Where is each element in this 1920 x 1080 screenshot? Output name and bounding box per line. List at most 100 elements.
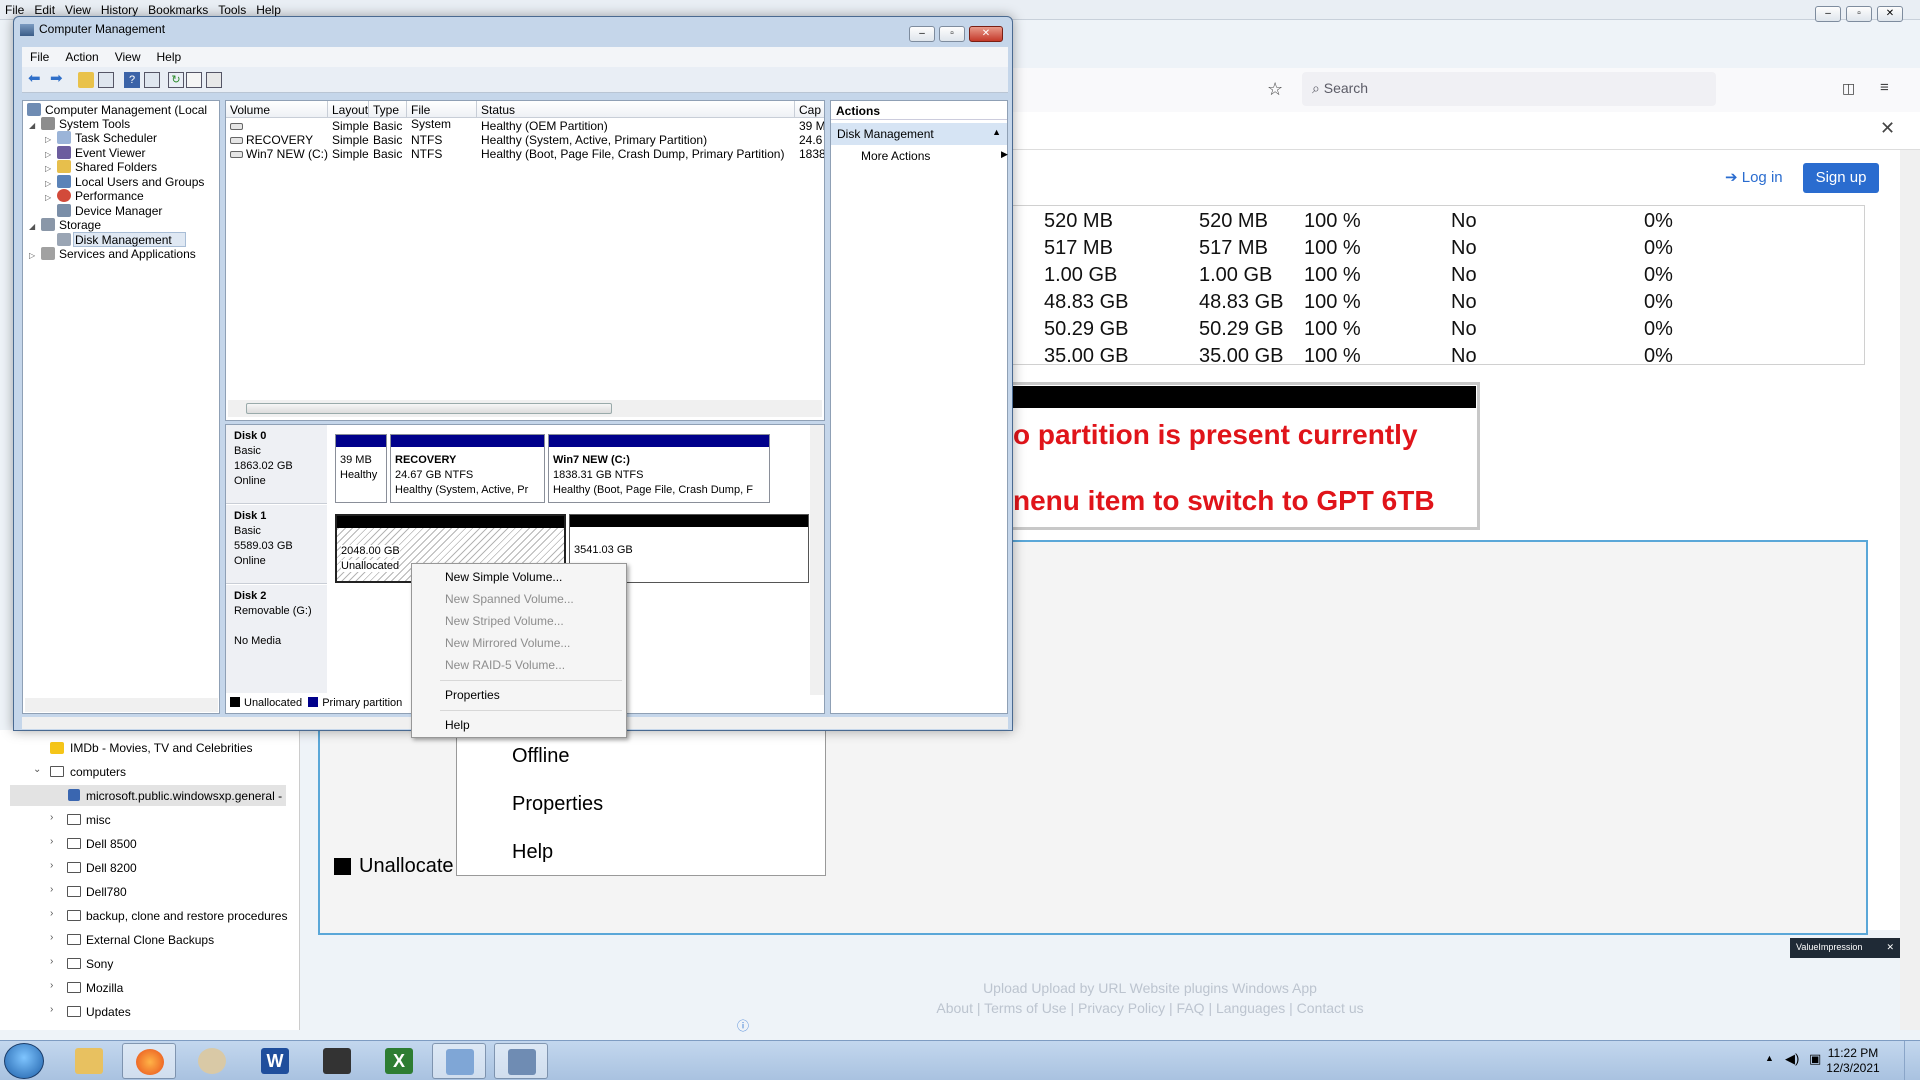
- volume-name[interactable]: RECOVERY: [246, 133, 313, 147]
- back-arrow-icon[interactable]: ⬅: [28, 71, 44, 88]
- cm-menu-view[interactable]: View: [107, 47, 149, 67]
- chevron-right-icon[interactable]: ›: [50, 908, 53, 919]
- taskbar-excel[interactable]: X: [372, 1043, 426, 1079]
- partition-win7[interactable]: Win7 NEW (C:) 1838.31 GB NTFS Healthy (Boo…: [548, 434, 770, 503]
- collapse-triangle-icon[interactable]: ◢: [29, 222, 35, 231]
- taskbar-word[interactable]: W: [248, 1043, 302, 1079]
- taskbar-explorer[interactable]: [62, 1043, 116, 1079]
- signup-button[interactable]: Sign up: [1803, 163, 1879, 193]
- bookmark-item[interactable]: microsoft.public.windowsxp.general -: [86, 789, 282, 803]
- menu-help[interactable]: Help: [445, 718, 470, 732]
- col-header-type[interactable]: Type: [369, 101, 407, 118]
- pocket-icon[interactable]: ◫: [1842, 80, 1855, 97]
- bookmark-folder[interactable]: Dell 8500: [86, 837, 137, 851]
- bookmark-item[interactable]: IMDb - Movies, TV and Celebrities: [70, 741, 253, 755]
- volume-horizontal-scrollbar[interactable]: [228, 400, 822, 417]
- collapse-triangle-icon[interactable]: ◢: [29, 121, 35, 130]
- bookmark-folder[interactable]: misc: [86, 813, 111, 827]
- chevron-right-icon[interactable]: ›: [50, 956, 53, 967]
- expand-triangle-icon[interactable]: ▷: [45, 179, 51, 188]
- disk-1-label[interactable]: Disk 1 Basic 5589.03 GB Online: [226, 505, 327, 584]
- taskbar-camera[interactable]: [310, 1043, 364, 1079]
- partition-oem[interactable]: 39 MB Healthy: [335, 434, 387, 503]
- tree-item-local-users[interactable]: Local Users and Groups: [57, 175, 204, 189]
- col-header-layout[interactable]: Layout: [328, 101, 369, 118]
- properties-icon[interactable]: [186, 72, 202, 88]
- actions-section-disk-management[interactable]: Disk Management ▲: [831, 123, 1007, 145]
- volume-name[interactable]: Win7 NEW (C:): [246, 147, 328, 161]
- chevron-right-icon[interactable]: ›: [50, 812, 53, 823]
- tree-item-performance[interactable]: Performance: [57, 189, 144, 203]
- ff-minimize-button[interactable]: ‒: [1815, 6, 1841, 22]
- search-input[interactable]: ⌕ Search: [1302, 72, 1716, 106]
- bookmark-folder[interactable]: Dell 8200: [86, 861, 137, 875]
- menu-new-striped-volume[interactable]: New Striped Volume...: [445, 614, 564, 628]
- show-hide-tree-icon[interactable]: [98, 72, 114, 88]
- tree-item-computer-management[interactable]: Computer Management (Local: [27, 103, 207, 117]
- menu-new-simple-volume[interactable]: New Simple Volume...: [445, 570, 562, 584]
- cm-minimize-button[interactable]: ‒: [909, 26, 935, 42]
- cm-menu-file[interactable]: File: [22, 47, 57, 67]
- tree-item-task-scheduler[interactable]: Task Scheduler: [57, 131, 157, 145]
- cm-close-button[interactable]: ✕: [969, 26, 1003, 42]
- tree-item-shared-folders[interactable]: Shared Folders: [57, 160, 157, 174]
- footer-links-1[interactable]: Upload Upload by URL Website plugins Win…: [870, 978, 1430, 998]
- menu-icon[interactable]: ≡: [1880, 79, 1889, 96]
- tray-expand-icon[interactable]: ▲: [1765, 1053, 1774, 1063]
- taskbar-control-panel[interactable]: [432, 1043, 486, 1079]
- menu-new-raid5-volume[interactable]: New RAID-5 Volume...: [445, 658, 565, 672]
- cm-menu-action[interactable]: Action: [57, 47, 106, 67]
- menu-new-spanned-volume[interactable]: New Spanned Volume...: [445, 592, 574, 606]
- tree-item-system-tools[interactable]: System Tools: [41, 117, 130, 131]
- show-desktop-button[interactable]: [1904, 1041, 1920, 1080]
- bookmark-folder[interactable]: computers: [70, 765, 126, 779]
- bookmark-star-icon[interactable]: ☆: [1267, 79, 1283, 100]
- up-folder-icon[interactable]: [78, 72, 94, 88]
- chevron-right-icon[interactable]: ›: [50, 836, 53, 847]
- taskbar-computer-management[interactable]: [494, 1043, 548, 1079]
- chevron-right-icon[interactable]: ›: [50, 932, 53, 943]
- tree-item-disk-management[interactable]: Disk Management: [57, 233, 172, 247]
- bookmark-folder[interactable]: backup, clone and restore procedures: [86, 909, 287, 923]
- expand-triangle-icon[interactable]: ▷: [45, 193, 51, 202]
- close-icon[interactable]: ✕: [1880, 118, 1895, 139]
- disk-vertical-scrollbar[interactable]: [810, 425, 824, 695]
- disk-0-label[interactable]: Disk 0 Basic 1863.02 GB Online: [226, 425, 327, 504]
- expand-triangle-icon[interactable]: ▷: [45, 135, 51, 144]
- forward-arrow-icon[interactable]: ➡: [50, 71, 66, 88]
- menu-properties[interactable]: Properties: [445, 688, 500, 702]
- menu-new-mirrored-volume[interactable]: New Mirrored Volume...: [445, 636, 570, 650]
- chevron-right-icon[interactable]: ›: [50, 1004, 53, 1015]
- col-header-volume[interactable]: Volume: [226, 101, 328, 118]
- ff-close-button[interactable]: ✕: [1877, 6, 1903, 22]
- taskbar-firefox[interactable]: [122, 1043, 176, 1079]
- start-button[interactable]: [4, 1043, 44, 1079]
- chevron-right-icon[interactable]: ›: [50, 980, 53, 991]
- scroll-thumb[interactable]: [246, 403, 612, 414]
- volume-icon[interactable]: ◀): [1785, 1051, 1799, 1067]
- tree-item-storage[interactable]: Storage: [41, 218, 101, 232]
- bookmark-folder[interactable]: Sony: [86, 957, 113, 971]
- info-icon[interactable]: ⓘ: [737, 1017, 749, 1034]
- col-header-capacity[interactable]: Cap: [795, 101, 824, 118]
- expand-triangle-icon[interactable]: ▷: [29, 251, 35, 260]
- bookmark-folder[interactable]: Mozilla: [86, 981, 123, 995]
- bookmark-folder[interactable]: Updates: [86, 1005, 131, 1019]
- expand-triangle-icon[interactable]: ▷: [45, 150, 51, 159]
- cm-maximize-button[interactable]: ▫: [939, 26, 965, 42]
- show-action-pane-icon[interactable]: [144, 72, 160, 88]
- cm-menu-help[interactable]: Help: [149, 47, 190, 67]
- page-scrollbar[interactable]: [1900, 150, 1920, 1030]
- disk-2-label[interactable]: Disk 2 Removable (G:) No Media: [226, 585, 327, 693]
- ff-maximize-button[interactable]: ▫: [1846, 6, 1872, 22]
- close-icon[interactable]: ✕: [1886, 942, 1894, 953]
- tree-item-services[interactable]: Services and Applications: [41, 247, 196, 261]
- settings-icon[interactable]: [206, 72, 222, 88]
- clock[interactable]: 11:22 PM 12/3/2021: [1818, 1046, 1888, 1076]
- tree-item-device-manager[interactable]: Device Manager: [57, 204, 162, 218]
- help-icon[interactable]: ?: [124, 72, 140, 88]
- chevron-right-icon[interactable]: ›: [50, 860, 53, 871]
- col-header-filesystem[interactable]: File System: [407, 101, 477, 131]
- expand-triangle-icon[interactable]: ▷: [45, 164, 51, 173]
- col-header-status[interactable]: Status: [477, 101, 795, 118]
